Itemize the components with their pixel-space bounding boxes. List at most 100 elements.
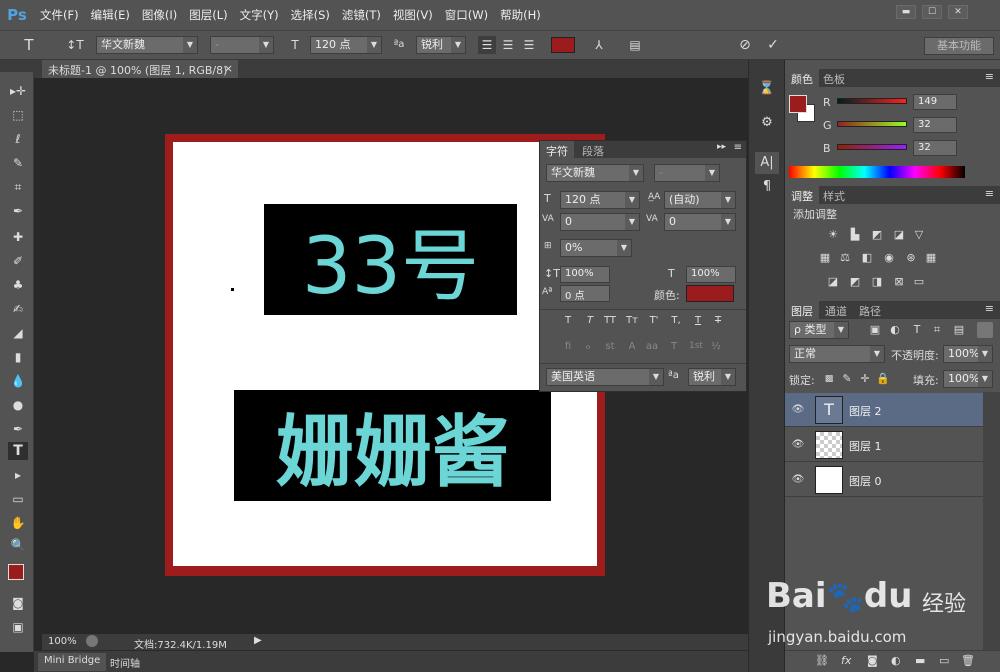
- menu-file[interactable]: 文件(F): [34, 7, 85, 23]
- color-lookup-icon[interactable]: ▦: [923, 250, 939, 266]
- strikethrough-icon[interactable]: T: [710, 315, 726, 329]
- tab-timeline[interactable]: 时间轴: [104, 653, 146, 671]
- tab-mini-bridge[interactable]: Mini Bridge: [38, 653, 107, 671]
- menu-edit[interactable]: 编辑(E): [85, 7, 136, 23]
- tab-styles[interactable]: 样式: [817, 186, 851, 204]
- filter-pixel-icon[interactable]: ▣: [867, 322, 883, 338]
- char-hscale-field[interactable]: 100%: [686, 266, 736, 283]
- filter-shape-icon[interactable]: ⌗: [929, 322, 945, 338]
- vibrance-icon[interactable]: ▽: [911, 227, 927, 243]
- marquee-tool-icon[interactable]: ⬚: [8, 106, 28, 124]
- align-left-icon[interactable]: ☰: [478, 36, 496, 54]
- r-slider[interactable]: [837, 98, 907, 104]
- exposure-icon[interactable]: ◪: [891, 227, 907, 243]
- dodge-tool-icon[interactable]: ●: [8, 396, 28, 414]
- char-vscale-field[interactable]: 100%: [560, 266, 610, 283]
- char-leading-select[interactable]: (自动) ▼: [664, 191, 736, 209]
- align-right-icon[interactable]: ☰: [520, 36, 538, 54]
- tab-channels[interactable]: 通道: [819, 301, 853, 319]
- brush-tool-icon[interactable]: ✐: [8, 252, 28, 270]
- text-box-top[interactable]: 33号: [264, 204, 517, 315]
- blur-tool-icon[interactable]: 💧: [8, 372, 28, 390]
- char-kerning-select[interactable]: 0 ▼: [560, 213, 640, 231]
- panel-menu-icon[interactable]: ≡: [985, 70, 994, 83]
- swash-icon[interactable]: A: [624, 341, 640, 355]
- alt-ligature-icon[interactable]: ℴ: [580, 341, 596, 355]
- blend-mode-select[interactable]: 正常 ▼: [789, 345, 885, 363]
- posterize-icon[interactable]: ◩: [847, 274, 863, 290]
- filter-type-icon[interactable]: T: [909, 322, 925, 338]
- text-orientation-icon[interactable]: ↕T: [66, 36, 84, 54]
- document-tab[interactable]: 未标题-1 @ 100% (图层 1, RGB/8) * ×: [42, 60, 238, 91]
- font-size-select[interactable]: 120 点 ▼: [310, 36, 382, 54]
- eye-icon[interactable]: 👁: [791, 438, 805, 452]
- panels-toggle-icon[interactable]: ▤: [626, 36, 644, 54]
- filter-smart-icon[interactable]: ▤: [951, 322, 967, 338]
- crop-tool-icon[interactable]: ⌗: [8, 178, 28, 196]
- filter-adjust-icon[interactable]: ◐: [887, 322, 903, 338]
- layer-row[interactable]: 👁 图层 0: [785, 463, 983, 497]
- text-color-swatch[interactable]: [551, 37, 575, 53]
- rectangle-tool-icon[interactable]: ▭: [8, 490, 28, 508]
- underline-icon[interactable]: T: [690, 315, 706, 329]
- warp-text-icon[interactable]: ⅄: [590, 36, 608, 54]
- type-tool-icon[interactable]: T: [8, 442, 28, 460]
- healing-brush-tool-icon[interactable]: ✚: [8, 228, 28, 246]
- tab-adjustments[interactable]: 调整: [785, 186, 819, 204]
- menu-image[interactable]: 图像(I): [136, 7, 183, 23]
- b-slider[interactable]: [837, 144, 907, 150]
- menu-view[interactable]: 视图(V): [387, 7, 439, 23]
- brightness-icon[interactable]: ☀: [825, 227, 841, 243]
- tab-color[interactable]: 颜色: [785, 69, 819, 87]
- language-select[interactable]: 美国英语 ▼: [546, 368, 664, 386]
- foreground-color-swatch[interactable]: [8, 564, 24, 580]
- char-tsume-select[interactable]: 0% ▼: [560, 239, 632, 257]
- menu-window[interactable]: 窗口(W): [439, 7, 494, 23]
- menu-filter[interactable]: 滤镜(T): [336, 7, 387, 23]
- opacity-field[interactable]: 100% ▼: [943, 345, 993, 363]
- char-aa-select[interactable]: 锐利 ▼: [688, 368, 736, 386]
- pen-tool-icon[interactable]: ✒: [8, 420, 28, 438]
- panel-menu-icon[interactable]: ≡: [985, 187, 994, 200]
- zoom-level[interactable]: 100%: [48, 636, 77, 647]
- history-panel-icon[interactable]: ⌛: [755, 78, 779, 100]
- lock-position-icon[interactable]: ✛: [857, 371, 873, 387]
- panel-menu-icon[interactable]: ≡: [985, 302, 994, 315]
- gradient-map-icon[interactable]: ▭: [911, 274, 927, 290]
- faux-bold-icon[interactable]: T: [560, 315, 576, 329]
- quick-mask-icon[interactable]: ◙: [8, 594, 28, 612]
- clone-stamp-tool-icon[interactable]: ♣: [8, 276, 28, 294]
- ordinal-t-icon[interactable]: T: [666, 341, 682, 355]
- anti-alias-select[interactable]: 锐利 ▼: [416, 36, 466, 54]
- threshold-icon[interactable]: ◨: [869, 274, 885, 290]
- tab-swatches[interactable]: 色板: [817, 69, 851, 87]
- g-slider[interactable]: [837, 121, 907, 127]
- tab-paragraph[interactable]: 段落: [576, 141, 610, 159]
- workspace-select[interactable]: 基本功能: [924, 37, 994, 55]
- hand-tool-icon[interactable]: ✋: [8, 514, 28, 532]
- lock-all-icon[interactable]: 🔒: [875, 371, 891, 387]
- zoom-tool-icon[interactable]: 🔍: [8, 536, 28, 554]
- menu-select[interactable]: 选择(S): [285, 7, 336, 23]
- subscript-icon[interactable]: T,: [668, 315, 684, 329]
- lock-transparent-icon[interactable]: ▩: [821, 371, 837, 387]
- b-value[interactable]: 32: [913, 140, 957, 156]
- tab-paths[interactable]: 路径: [853, 301, 887, 319]
- char-font-style-select[interactable]: - ▼: [654, 164, 720, 182]
- char-tracking-select[interactable]: 0 ▼: [664, 213, 736, 231]
- black-white-icon[interactable]: ◧: [859, 250, 875, 266]
- selective-color-icon[interactable]: ⊠: [891, 274, 907, 290]
- stylistic-icon[interactable]: st: [602, 341, 618, 355]
- char-color-swatch[interactable]: [686, 285, 734, 302]
- commit-icon[interactable]: ✓: [764, 36, 782, 54]
- tab-character[interactable]: 字符: [540, 141, 574, 159]
- r-value[interactable]: 149: [913, 94, 957, 110]
- eraser-tool-icon[interactable]: ◢: [8, 324, 28, 342]
- panel-menu-icon[interactable]: ≡: [734, 142, 742, 153]
- layer-row[interactable]: 👁 图层 1: [785, 428, 983, 462]
- layer-name[interactable]: 图层 1: [849, 438, 882, 454]
- invert-icon[interactable]: ◪: [825, 274, 841, 290]
- close-tab-icon[interactable]: ×: [224, 62, 233, 75]
- char-font-family-select[interactable]: 华文新魏 ▼: [546, 164, 644, 182]
- lasso-tool-icon[interactable]: ℓ: [8, 130, 28, 148]
